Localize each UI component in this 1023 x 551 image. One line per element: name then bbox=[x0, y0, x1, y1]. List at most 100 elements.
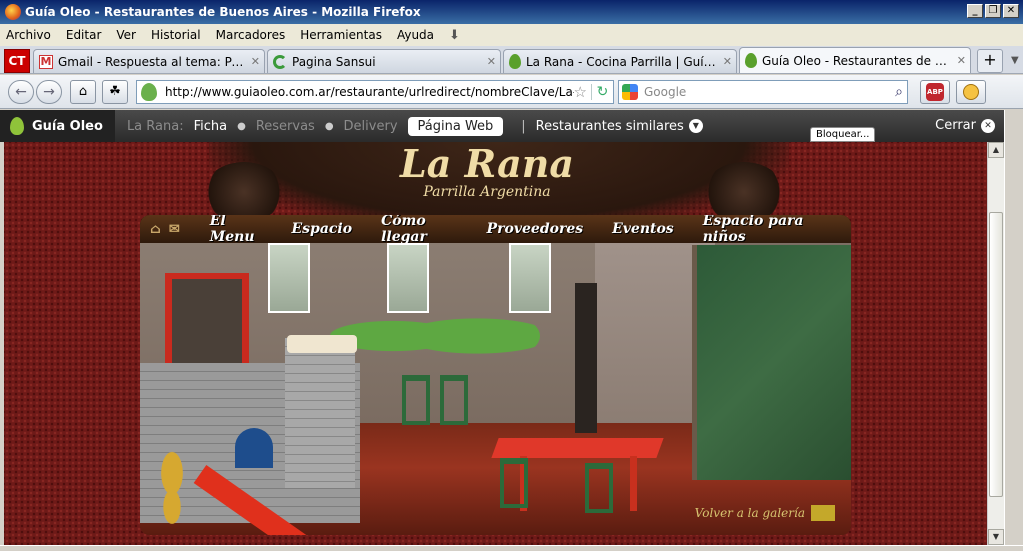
addon-button[interactable] bbox=[956, 79, 986, 104]
url-text[interactable]: http://www.guiaoleo.com.ar/restaurante/u… bbox=[165, 85, 574, 99]
menu-ayuda[interactable]: Ayuda bbox=[397, 28, 434, 42]
minimize-button[interactable]: _ bbox=[967, 4, 983, 18]
photo-chair bbox=[440, 375, 468, 425]
photo-planter bbox=[509, 243, 551, 313]
link-ficha[interactable]: Ficha bbox=[194, 119, 228, 134]
back-to-gallery-label: Volver a la galería bbox=[694, 506, 805, 520]
site-favicon-icon bbox=[141, 82, 157, 101]
close-icon[interactable]: ✕ bbox=[957, 54, 966, 67]
status-bar bbox=[0, 545, 1023, 551]
similares-label: Restaurantes similares bbox=[535, 118, 684, 134]
logo-title: La Rana bbox=[400, 142, 574, 186]
photo-chair bbox=[500, 458, 528, 508]
adblock-button[interactable]: ABP bbox=[920, 79, 950, 104]
photo-chalkboard bbox=[692, 245, 851, 480]
close-icon: ✕ bbox=[981, 118, 995, 133]
link-delivery[interactable]: Delivery bbox=[344, 119, 398, 134]
back-to-gallery-link[interactable]: Volver a la galería bbox=[695, 505, 835, 521]
link-reservas[interactable]: Reservas bbox=[256, 119, 315, 134]
la-rana-logo[interactable]: La Rana Parrilla Argentina bbox=[362, 142, 612, 212]
close-icon[interactable]: ✕ bbox=[723, 55, 732, 68]
restaurant-label: La Rana: bbox=[126, 118, 184, 134]
home-button[interactable]: ⌂ bbox=[70, 79, 96, 104]
nav-eventos[interactable]: Eventos bbox=[612, 221, 674, 237]
menu-ver[interactable]: Ver bbox=[116, 28, 136, 42]
puzzle-icon: ☘ bbox=[109, 84, 121, 99]
tab-pagina-sansui[interactable]: Pagina Sansui ✕ bbox=[267, 49, 501, 73]
forward-arrow-icon: → bbox=[43, 83, 55, 100]
scroll-up-button[interactable]: ▲ bbox=[988, 142, 1004, 158]
drop-icon bbox=[509, 54, 521, 69]
tab-guia-oleo[interactable]: Guía Oleo - Restaurantes de Buenos A... … bbox=[739, 47, 971, 73]
bookmark-star-icon[interactable]: ☆ bbox=[574, 83, 587, 101]
logo-subtitle: Parrilla Argentina bbox=[423, 184, 551, 200]
tab-gmail[interactable]: M Gmail - Respuesta al tema: Pagina San.… bbox=[33, 49, 265, 73]
chevron-down-icon: ▼ bbox=[688, 119, 703, 133]
toolbar-divider: | bbox=[521, 118, 526, 134]
app-tab-ct[interactable]: CT bbox=[4, 49, 30, 73]
close-icon[interactable]: ✕ bbox=[487, 55, 496, 68]
cerrar-label: Cerrar bbox=[935, 118, 976, 133]
nav-espacio[interactable]: Espacio bbox=[291, 221, 352, 237]
bloquear-popup[interactable]: Bloquear... bbox=[810, 127, 876, 142]
oleo-drop-icon bbox=[10, 117, 24, 135]
separator-dot: ● bbox=[324, 120, 334, 132]
menu-bar: Archivo Editar Ver Historial Marcadores … bbox=[0, 24, 1023, 46]
search-icon[interactable]: ⌕ bbox=[895, 84, 903, 100]
search-bar[interactable]: Google ⌕ bbox=[618, 79, 908, 104]
photo-castle-window bbox=[235, 428, 273, 468]
close-icon[interactable]: ✕ bbox=[251, 55, 260, 68]
drop-icon bbox=[745, 53, 757, 68]
close-button[interactable]: ✕ bbox=[1003, 4, 1019, 18]
maximize-button[interactable]: ❐ bbox=[985, 4, 1001, 18]
search-input[interactable]: Google bbox=[644, 85, 895, 99]
home-icon: ⌂ bbox=[78, 84, 88, 99]
reload-icon[interactable]: ↻ bbox=[591, 83, 613, 100]
window-title-bar: Guía Oleo - Restaurantes de Buenos Aires… bbox=[0, 0, 1023, 24]
nav-proveedores[interactable]: Proveedores bbox=[487, 221, 583, 237]
link-pagina-web[interactable]: Página Web bbox=[407, 116, 504, 136]
window-right-edge bbox=[1004, 110, 1023, 551]
nav-el-menu[interactable]: El Menu bbox=[210, 215, 263, 245]
cerrar-button[interactable]: Cerrar ✕ bbox=[935, 118, 995, 133]
site-navigation: ⌂ ✉ El Menu Espacio Cómo llegar Proveedo… bbox=[140, 215, 851, 245]
extension-button[interactable]: ☘ bbox=[102, 79, 128, 104]
scroll-thumb[interactable] bbox=[989, 212, 1003, 497]
tab-list-chevron-icon[interactable]: ▼ bbox=[1011, 49, 1019, 73]
nav-como-llegar[interactable]: Cómo llegar bbox=[381, 215, 458, 245]
photo-shelf-inner bbox=[172, 279, 242, 367]
scroll-down-button[interactable]: ▼ bbox=[988, 529, 1004, 545]
tab-title: La Rana - Cocina Parrilla | Guía Oleo bbox=[526, 54, 719, 69]
menu-archivo[interactable]: Archivo bbox=[6, 28, 51, 42]
photo-castle-top bbox=[287, 335, 357, 353]
gmail-icon: M bbox=[39, 54, 53, 69]
window-title: Guía Oleo - Restaurantes de Buenos Aires… bbox=[25, 5, 421, 19]
gallery-icon bbox=[811, 505, 835, 521]
tab-title: Gmail - Respuesta al tema: Pagina San... bbox=[58, 54, 247, 69]
adblock-icon: ABP bbox=[926, 82, 944, 101]
back-button[interactable]: ← bbox=[8, 79, 34, 104]
download-arrow-icon[interactable]: ⬇ bbox=[449, 28, 460, 43]
forward-button[interactable]: → bbox=[36, 79, 62, 104]
brand-name: Guía Oleo bbox=[32, 118, 103, 134]
menu-herramientas[interactable]: Herramientas bbox=[300, 28, 382, 42]
mail-icon[interactable]: ✉ bbox=[169, 222, 180, 237]
google-icon[interactable] bbox=[622, 83, 638, 100]
menu-historial[interactable]: Historial bbox=[151, 28, 201, 42]
decorative-scroll bbox=[704, 162, 784, 222]
tab-la-rana[interactable]: La Rana - Cocina Parrilla | Guía Oleo ✕ bbox=[503, 49, 737, 73]
nav-espacio-ninos[interactable]: Espacio para niños bbox=[703, 215, 822, 245]
vertical-scrollbar[interactable]: ▲ ▼ bbox=[987, 142, 1004, 545]
navigation-toolbar: ← → ⌂ ☘ http://www.guiaoleo.com.ar/resta… bbox=[0, 75, 1023, 109]
url-bar[interactable]: http://www.guiaoleo.com.ar/restaurante/u… bbox=[136, 79, 614, 104]
new-tab-button[interactable]: + bbox=[977, 49, 1003, 73]
site-panel: ⌂ ✉ El Menu Espacio Cómo llegar Proveedo… bbox=[140, 215, 851, 535]
home-icon[interactable]: ⌂ bbox=[150, 222, 161, 237]
menu-editar[interactable]: Editar bbox=[66, 28, 102, 42]
back-arrow-icon: ← bbox=[15, 83, 27, 100]
restaurantes-similares-dropdown[interactable]: Restaurantes similares ▼ bbox=[536, 119, 703, 134]
guia-oleo-brand[interactable]: Guía Oleo bbox=[0, 110, 115, 142]
frog-logo-icon bbox=[142, 448, 202, 532]
menu-marcadores[interactable]: Marcadores bbox=[216, 28, 286, 42]
photo-frog-mural bbox=[330, 301, 540, 371]
